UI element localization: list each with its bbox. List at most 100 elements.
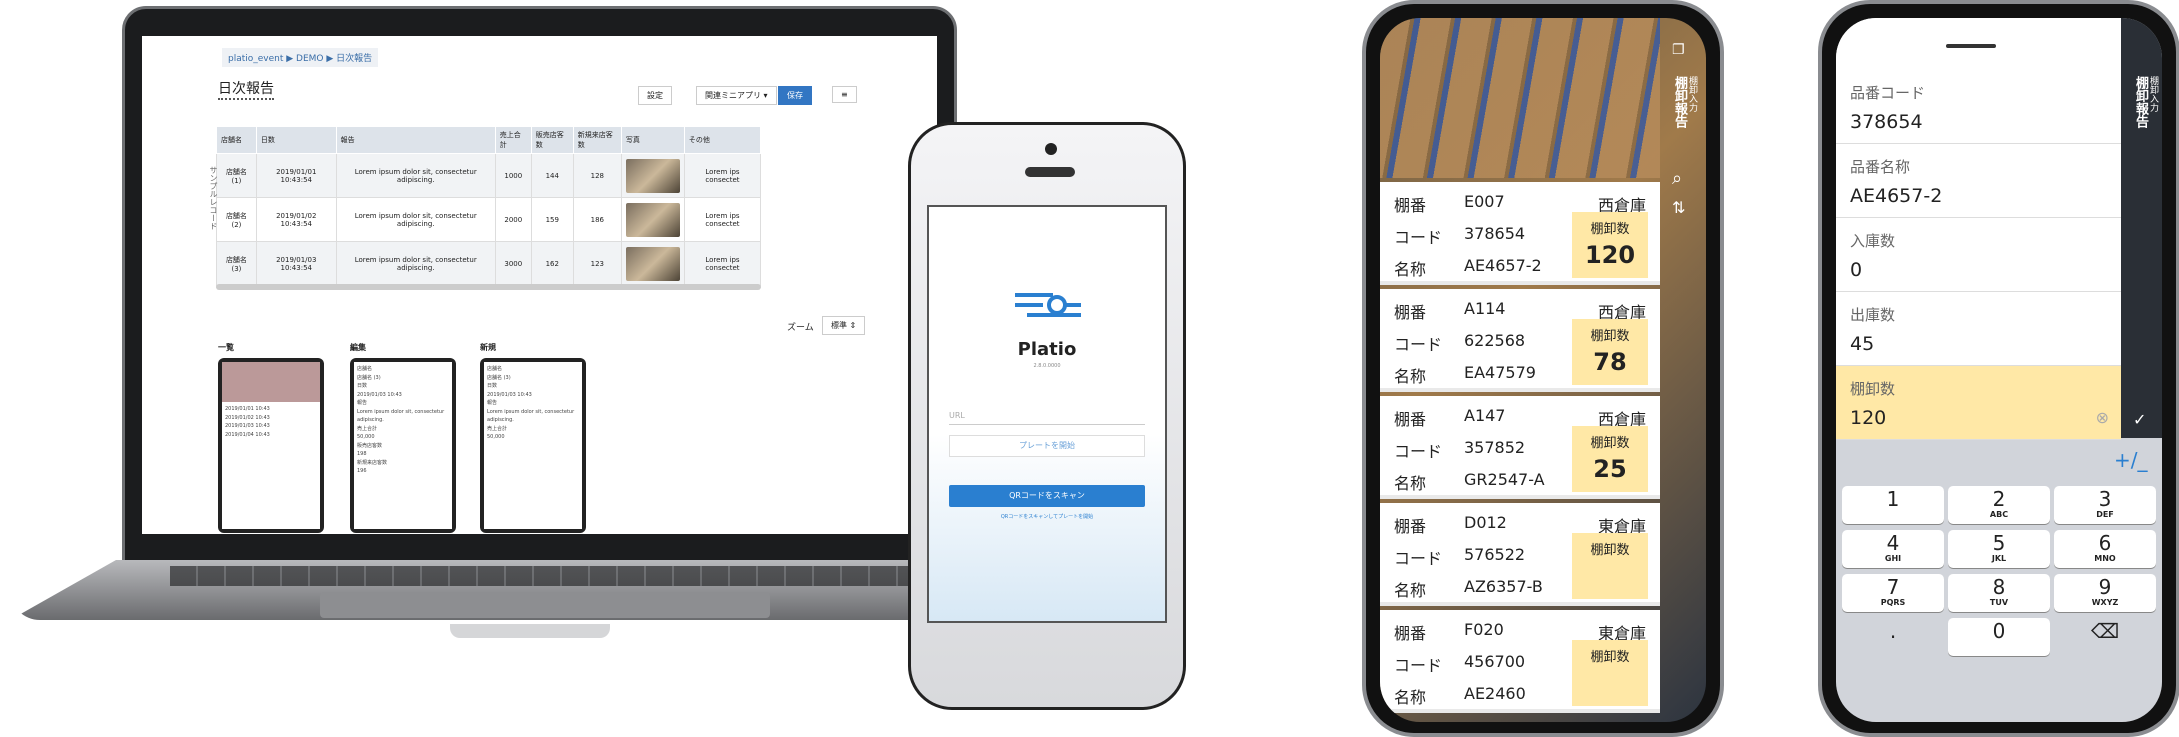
table-row[interactable]: 店舗名 (1) 2019/01/01 10:43:54 Lorem ipsum do… bbox=[216, 153, 762, 198]
column-header[interactable]: 日数 bbox=[255, 126, 337, 154]
list-item[interactable]: 2019/01/01 10:43 bbox=[225, 405, 317, 414]
start-plate-button[interactable]: プレートを開始 bbox=[949, 435, 1145, 457]
field-value[interactable]: 店舗名 (3) bbox=[357, 374, 449, 383]
cell[interactable]: 128 bbox=[572, 153, 622, 198]
horizontal-scrollbar[interactable] bbox=[216, 284, 761, 290]
list-item[interactable]: 棚番 D012 東倉庫 コード 576522 名称 AZ6357-B 棚卸数 bbox=[1380, 503, 1660, 606]
field-value[interactable]: 196 bbox=[357, 467, 449, 476]
field-product-code[interactable]: 品番コード 378654 bbox=[1836, 70, 2121, 144]
key-7[interactable]: 7 PQRS bbox=[1842, 574, 1944, 612]
related-apps-button[interactable]: 関連ミニアプリ ▾ bbox=[696, 86, 777, 105]
count-value: 25 bbox=[1593, 455, 1627, 483]
code-value: 378654 bbox=[1464, 224, 1526, 243]
key-4[interactable]: 4 GHI bbox=[1842, 530, 1944, 568]
key-letters: MNO bbox=[2094, 554, 2116, 563]
cell[interactable]: 店舗名 (3) bbox=[216, 241, 257, 286]
field-inbound[interactable]: 入庫数 0 bbox=[1836, 218, 2121, 292]
cell[interactable]: 144 bbox=[530, 153, 574, 198]
cell[interactable]: 店舗名 (1) bbox=[216, 153, 257, 198]
cell[interactable]: 1000 bbox=[494, 153, 532, 198]
key-1[interactable]: 1 bbox=[1842, 486, 1944, 524]
list-item[interactable]: 2019/01/04 10:43 bbox=[225, 431, 317, 440]
menu-button[interactable]: ≡ bbox=[832, 86, 857, 103]
sort-icon[interactable]: ⇅ bbox=[1672, 198, 1685, 217]
plus-minus-key[interactable]: +/_ bbox=[2114, 448, 2148, 472]
copy-icon[interactable]: ❐ bbox=[1672, 42, 1685, 58]
list-item[interactable]: 2019/01/03 10:43 bbox=[225, 422, 317, 431]
zoom-select[interactable]: 標準 ⇕ bbox=[822, 316, 866, 335]
photo-thumbnail bbox=[625, 246, 680, 281]
cell[interactable]: Lorem ips consectet bbox=[683, 153, 762, 198]
field-value[interactable]: 50,000 bbox=[357, 433, 449, 442]
cell[interactable]: 186 bbox=[572, 197, 622, 242]
field-value[interactable]: 2019/01/03 10:43 bbox=[357, 391, 449, 400]
photo-cell[interactable] bbox=[620, 153, 685, 198]
cell[interactable]: Lorem ips consectet bbox=[683, 197, 762, 242]
breadcrumb[interactable]: platio_event ▶ DEMO ▶ 日次報告 bbox=[222, 48, 379, 67]
list-item[interactable]: 2019/01/02 10:43 bbox=[225, 414, 317, 423]
key-3[interactable]: 3 DEF bbox=[2054, 486, 2156, 524]
url-input[interactable]: URL bbox=[949, 403, 1145, 425]
column-header[interactable]: 新規来店客数 bbox=[572, 126, 622, 154]
table-row[interactable]: 店舗名 (3) 2019/01/03 10:43:54 Lorem ipsum do… bbox=[216, 241, 762, 286]
cell[interactable]: 123 bbox=[572, 241, 622, 286]
cell[interactable]: Lorem ipsum dolor sit, consectetur adipi… bbox=[335, 241, 496, 286]
settings-button[interactable]: 設定 bbox=[638, 86, 672, 105]
count-label: 棚卸数 bbox=[1590, 222, 1630, 237]
laptop-screen: platio_event ▶ DEMO ▶ 日次報告 日次報告 設定 関連ミニア… bbox=[142, 36, 937, 534]
column-header[interactable]: 販売店客数 bbox=[530, 126, 574, 154]
key-6[interactable]: 6 MNO bbox=[2054, 530, 2156, 568]
column-header[interactable]: 店舗名 bbox=[216, 126, 257, 154]
search-icon[interactable]: ⌕ bbox=[1672, 168, 1682, 189]
field-outbound[interactable]: 出庫数 45 bbox=[1836, 292, 2121, 366]
cell[interactable]: 2019/01/01 10:43:54 bbox=[255, 153, 337, 198]
field-product-name[interactable]: 品番名称 AE4657-2 bbox=[1836, 144, 2121, 218]
field-value: AE4657-2 bbox=[1850, 185, 1943, 207]
column-header[interactable]: 報告 bbox=[335, 126, 496, 154]
cell[interactable]: Lorem ipsum dolor sit, consectetur adipi… bbox=[335, 197, 496, 242]
count-box: 棚卸数 78 bbox=[1572, 319, 1648, 385]
cell[interactable]: 159 bbox=[530, 197, 574, 242]
field-value[interactable]: 50,000 bbox=[487, 433, 579, 442]
list-view-preview[interactable]: 2019/01/01 10:43 2019/01/02 10:43 2019/0… bbox=[218, 358, 324, 533]
field-value[interactable]: 店舗名 (3) bbox=[487, 374, 579, 383]
edit-view-preview[interactable]: 店舗名 店舗名 (3) 日数 2019/01/03 10:43 報告 Lorem ip… bbox=[350, 358, 456, 533]
field-value[interactable]: Lorem ipsum dolor sit, consectetur adipi… bbox=[487, 408, 579, 425]
key-5[interactable]: 5 JKL bbox=[1948, 530, 2050, 568]
cell[interactable]: 店舗名 (2) bbox=[216, 197, 257, 242]
cell[interactable]: 2000 bbox=[494, 197, 532, 242]
field-value[interactable]: 2019/01/03 10:43 bbox=[487, 391, 579, 400]
key-0[interactable]: 0 bbox=[1948, 618, 2050, 656]
cell[interactable]: Lorem ipsum dolor sit, consectetur adipi… bbox=[335, 153, 496, 198]
cell[interactable]: 3000 bbox=[494, 241, 532, 286]
list-item[interactable]: 棚番 F020 東倉庫 コード 456700 名称 AE2460 棚卸数 bbox=[1380, 610, 1660, 713]
key-9[interactable]: 9 WXYZ bbox=[2054, 574, 2156, 612]
column-header[interactable]: 写真 bbox=[620, 126, 685, 154]
backspace-icon[interactable]: ⌫ bbox=[2054, 618, 2156, 656]
field-value[interactable]: Lorem ipsum dolor sit, consectetur adipi… bbox=[357, 408, 449, 425]
key-dot[interactable]: . bbox=[1842, 618, 1944, 656]
save-button[interactable]: 保存 bbox=[778, 86, 812, 105]
column-header[interactable]: その他 bbox=[683, 126, 762, 154]
check-icon[interactable]: ✓ bbox=[2133, 410, 2146, 429]
list-item[interactable]: 棚番 E007 西倉庫 コード 378654 名称 AE4657-2 棚卸数 120 bbox=[1380, 182, 1660, 285]
column-header[interactable]: 売上合計 bbox=[494, 126, 532, 154]
cell[interactable]: 162 bbox=[530, 241, 574, 286]
field-stock-count[interactable]: 棚卸数 120 ⊗ bbox=[1836, 366, 2121, 440]
scan-qr-button[interactable]: QRコードをスキャン bbox=[949, 485, 1145, 507]
table-row[interactable]: 店舗名 (2) 2019/01/02 10:43:54 Lorem ipsum do… bbox=[216, 197, 762, 242]
drag-handle[interactable] bbox=[1946, 44, 1996, 48]
list-item[interactable]: 棚番 A114 西倉庫 コード 622568 名称 EA47579 棚卸数 78 bbox=[1380, 289, 1660, 392]
list-item[interactable]: 棚番 A147 西倉庫 コード 357852 名称 GR2547-A 棚卸数 25 bbox=[1380, 396, 1660, 499]
photo-cell[interactable] bbox=[620, 241, 685, 286]
cell[interactable]: 2019/01/02 10:43:54 bbox=[255, 197, 337, 242]
count-label: 棚卸数 bbox=[1590, 329, 1630, 344]
cell[interactable]: Lorem ips consectet bbox=[683, 241, 762, 286]
new-view-preview[interactable]: 店舗名 店舗名 (3) 日数 2019/01/03 10:43 報告 Lorem ip… bbox=[480, 358, 586, 533]
clear-icon[interactable]: ⊗ bbox=[2096, 408, 2109, 427]
cell[interactable]: 2019/01/03 10:43:54 bbox=[255, 241, 337, 286]
field-value[interactable]: 198 bbox=[357, 450, 449, 459]
key-2[interactable]: 2 ABC bbox=[1948, 486, 2050, 524]
key-8[interactable]: 8 TUV bbox=[1948, 574, 2050, 612]
photo-cell[interactable] bbox=[620, 197, 685, 242]
